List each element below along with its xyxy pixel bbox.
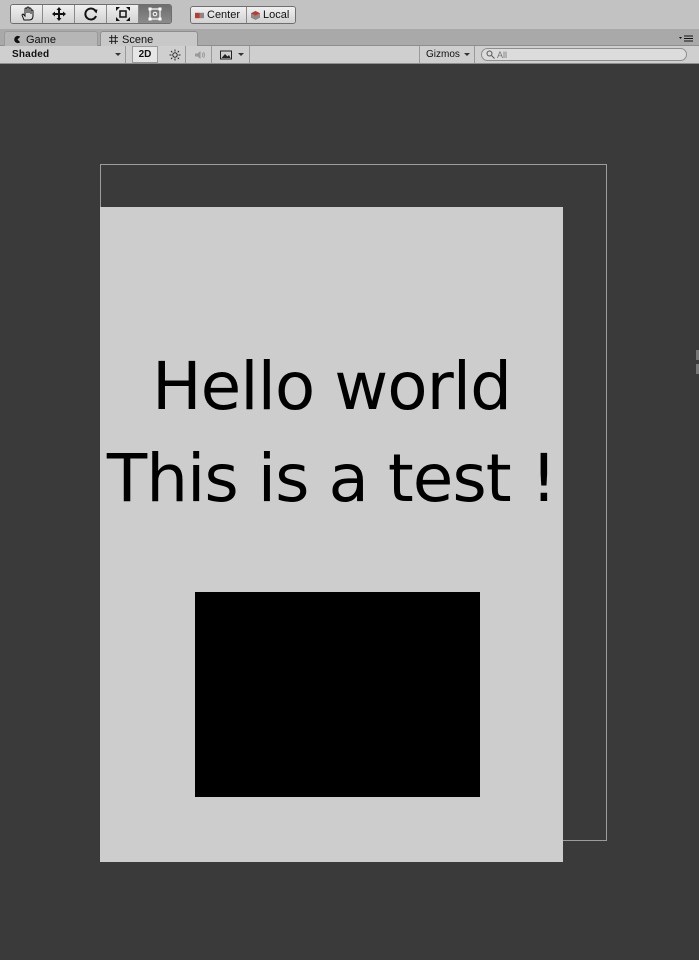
draw-mode-dropdown[interactable]: Shaded xyxy=(6,46,126,63)
speaker-icon xyxy=(194,50,205,59)
search-icon xyxy=(486,50,495,59)
scene-effects-dropdown[interactable] xyxy=(214,46,250,63)
hierarchy-search-field[interactable] xyxy=(481,48,687,61)
rotate-tool-button[interactable] xyxy=(75,5,107,23)
unity-editor: Center Local Game Scene Shaded 2D Gizmos… xyxy=(0,0,699,960)
chevron-down-icon xyxy=(237,53,244,56)
rect-transform-icon xyxy=(148,7,162,21)
scale-tool-button[interactable] xyxy=(107,5,139,23)
draw-mode-label: Shaded xyxy=(12,49,50,60)
gizmos-label: Gizmos xyxy=(426,49,460,60)
pivot-local-button[interactable]: Local xyxy=(246,7,296,23)
scene-lighting-toggle[interactable] xyxy=(164,46,186,63)
scene-audio-toggle[interactable] xyxy=(188,46,212,63)
pivot-toggle-group: Center Local xyxy=(190,6,297,24)
scene-viewport[interactable]: Hello world This is a test ! xyxy=(0,64,699,960)
ui-image-object[interactable] xyxy=(195,592,480,797)
pivot-center-label: Center xyxy=(207,9,241,21)
cube-icon xyxy=(251,10,261,20)
scene-view-controls: Shaded 2D Gizmos xyxy=(0,46,699,64)
pivot-center-icon xyxy=(195,12,204,18)
toggle-2d-button[interactable]: 2D xyxy=(132,46,158,63)
pivot-center-button[interactable]: Center xyxy=(191,7,247,23)
rect-tool-button[interactable] xyxy=(139,5,171,23)
transform-tools-group xyxy=(10,4,172,24)
scale-icon xyxy=(115,7,130,21)
search-input[interactable] xyxy=(497,49,677,60)
tab-game-label: Game xyxy=(26,33,56,46)
image-icon xyxy=(219,50,232,59)
move-tool-button[interactable] xyxy=(43,5,75,23)
sun-icon xyxy=(169,49,180,60)
tab-scene-label: Scene xyxy=(122,33,154,46)
move-arrows-icon xyxy=(51,7,66,21)
tab-game[interactable]: Game xyxy=(4,31,98,47)
main-toolbar: Center Local xyxy=(0,0,699,30)
rotate-icon xyxy=(83,7,97,21)
window-tab-bar: Game Scene xyxy=(0,30,699,47)
grid-hash-icon xyxy=(109,35,118,44)
chevron-down-icon xyxy=(115,53,121,56)
text-line-2: This is a test ! xyxy=(106,440,557,517)
tab-options-menu-icon[interactable] xyxy=(679,34,693,43)
ui-canvas-panel[interactable]: Hello world This is a test ! xyxy=(100,207,563,862)
hand-tool-button[interactable] xyxy=(11,5,43,23)
ui-text-object[interactable]: Hello world This is a test ! xyxy=(100,341,563,525)
game-controller-icon xyxy=(14,35,21,44)
tab-scene[interactable]: Scene xyxy=(100,31,198,47)
pivot-local-label: Local xyxy=(263,9,290,21)
text-line-1: Hello world xyxy=(152,348,512,425)
chevron-down-icon xyxy=(464,53,470,56)
gizmos-dropdown[interactable]: Gizmos xyxy=(419,46,475,63)
toggle-2d-label: 2D xyxy=(138,49,152,60)
hand-icon xyxy=(20,6,33,21)
